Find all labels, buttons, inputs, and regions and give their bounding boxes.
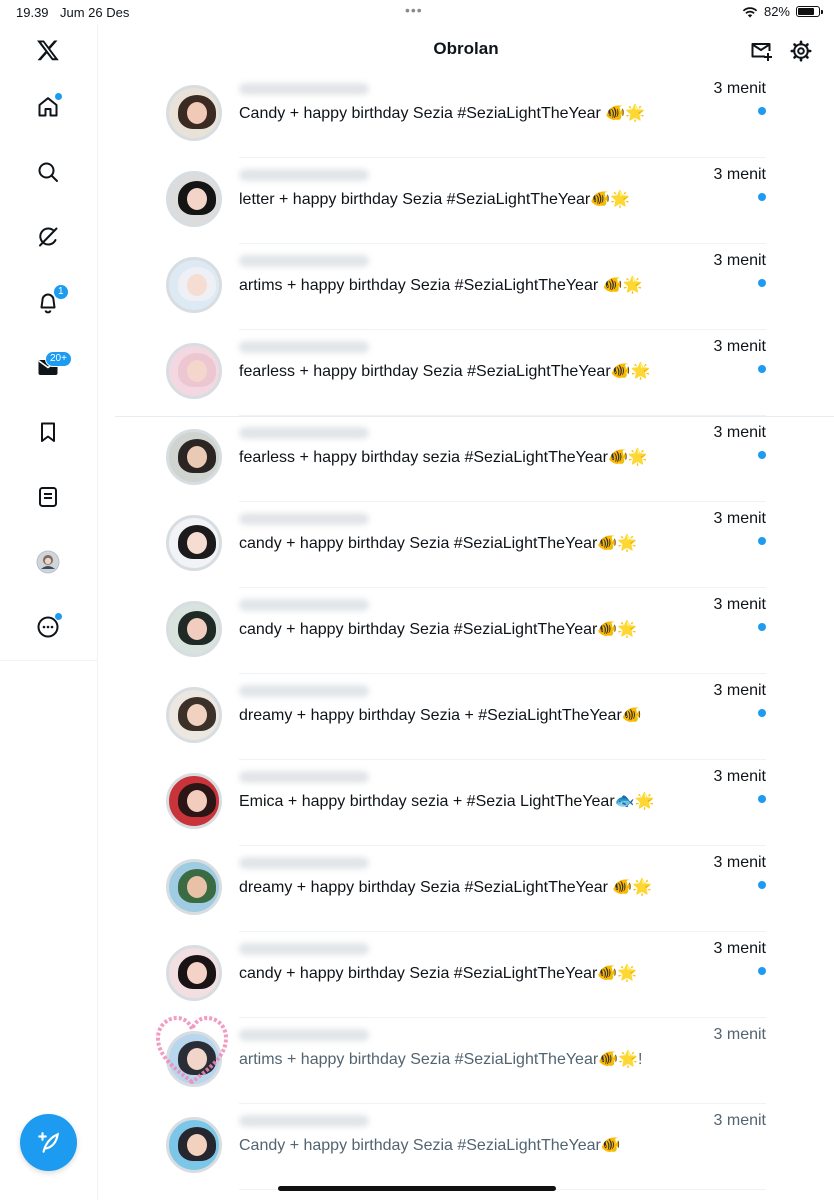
conversation-row[interactable]: 3 menit Candy + happy birthday Sezia #Sez… xyxy=(98,1104,834,1190)
conversation-row[interactable]: 3 menit dreamy + happy birthday Sezia + #… xyxy=(98,674,834,760)
unread-indicator xyxy=(758,795,766,803)
conversation-name-blurred xyxy=(239,599,369,611)
unread-indicator xyxy=(758,709,766,717)
conversation-list: 3 menit Candy + happy birthday Sezia #Sez… xyxy=(0,0,834,1200)
conversation-time: 3 menit xyxy=(713,1112,766,1129)
unread-indicator xyxy=(758,623,766,631)
unread-indicator xyxy=(758,881,766,889)
conversation-name-blurred xyxy=(239,427,369,439)
conversation-row[interactable]: 3 menit fearless + happy birthday Sezia #… xyxy=(98,330,834,416)
conversation-time: 3 menit xyxy=(713,854,766,871)
conversation-time: 3 menit xyxy=(713,510,766,527)
conversation-preview: Candy + happy birthday Sezia #SeziaLight… xyxy=(239,105,646,122)
avatar[interactable] xyxy=(166,85,222,141)
conversation-time: 3 menit xyxy=(713,252,766,269)
conversation-time: 3 menit xyxy=(713,768,766,785)
avatar[interactable] xyxy=(166,945,222,1001)
conversation-time: 3 menit xyxy=(713,682,766,699)
conversation-preview: Emica + happy birthday sezia + #Sezia Li… xyxy=(239,793,655,810)
unread-indicator xyxy=(758,279,766,287)
avatar[interactable] xyxy=(166,859,222,915)
conversation-time: 3 menit xyxy=(713,338,766,355)
conversation-name-blurred xyxy=(239,169,369,181)
unread-indicator xyxy=(758,537,766,545)
unread-indicator xyxy=(758,967,766,975)
avatar[interactable] xyxy=(166,343,222,399)
conversation-preview: dreamy + happy birthday Sezia #SeziaLigh… xyxy=(239,879,653,896)
conversation-time: 3 menit xyxy=(713,1026,766,1043)
conversation-row[interactable]: 3 menit letter + happy birthday Sezia #Se… xyxy=(98,158,834,244)
conversation-time: 3 menit xyxy=(713,80,766,97)
conversation-row[interactable]: 3 menit Emica + happy birthday sezia + #S… xyxy=(98,760,834,846)
avatar[interactable] xyxy=(166,687,222,743)
conversation-preview: artims + happy birthday Sezia #SeziaLigh… xyxy=(239,277,643,294)
unread-indicator xyxy=(758,365,766,373)
conversation-name-blurred xyxy=(239,1029,369,1041)
avatar[interactable] xyxy=(166,1117,222,1173)
unread-indicator xyxy=(758,451,766,459)
unread-indicator xyxy=(758,107,766,115)
conversation-row[interactable]: 3 menit candy + happy birthday Sezia #Sez… xyxy=(98,588,834,674)
conversation-preview: Candy + happy birthday Sezia #SeziaLight… xyxy=(239,1137,621,1154)
avatar[interactable] xyxy=(166,171,222,227)
conversation-time: 3 menit xyxy=(713,424,766,441)
conversation-name-blurred xyxy=(239,83,369,95)
conversation-preview: dreamy + happy birthday Sezia + #SeziaLi… xyxy=(239,707,642,724)
avatar[interactable] xyxy=(166,515,222,571)
conversation-name-blurred xyxy=(239,943,369,955)
conversation-row[interactable]: 3 menit candy + happy birthday Sezia #Sez… xyxy=(98,502,834,588)
unread-indicator xyxy=(758,193,766,201)
conversation-row[interactable]: 3 menit artims + happy birthday Sezia #Se… xyxy=(98,244,834,330)
conversation-preview: candy + happy birthday Sezia #SeziaLight… xyxy=(239,965,638,982)
conversation-time: 3 menit xyxy=(713,596,766,613)
conversation-name-blurred xyxy=(239,255,369,267)
conversation-name-blurred xyxy=(239,1115,369,1127)
conversation-name-blurred xyxy=(239,771,369,783)
avatar[interactable] xyxy=(166,429,222,485)
conversation-preview: fearless + happy birthday sezia #SeziaLi… xyxy=(239,449,648,466)
conversation-time: 3 menit xyxy=(713,166,766,183)
conversation-row[interactable]: 3 menit candy + happy birthday Sezia #Sez… xyxy=(98,932,834,1018)
section-divider xyxy=(115,416,834,417)
avatar[interactable] xyxy=(166,773,222,829)
avatar[interactable] xyxy=(166,601,222,657)
conversation-row[interactable]: 3 menit fearless + happy birthday sezia #… xyxy=(98,416,834,502)
conversation-name-blurred xyxy=(239,341,369,353)
heart-doodle-icon xyxy=(156,1016,228,1084)
conversation-preview: artims + happy birthday Sezia #SeziaLigh… xyxy=(239,1051,643,1068)
conversation-name-blurred xyxy=(239,857,369,869)
home-indicator[interactable] xyxy=(278,1186,556,1191)
conversation-time: 3 menit xyxy=(713,940,766,957)
conversation-name-blurred xyxy=(239,685,369,697)
conversation-preview: letter + happy birthday Sezia #SeziaLigh… xyxy=(239,191,631,208)
conversation-row[interactable]: 3 menit Candy + happy birthday Sezia #Sez… xyxy=(98,72,834,158)
avatar[interactable] xyxy=(166,257,222,313)
conversation-preview: candy + happy birthday Sezia #SeziaLight… xyxy=(239,535,638,552)
conversation-row[interactable]: 3 menit dreamy + happy birthday Sezia #Se… xyxy=(98,846,834,932)
conversation-preview: fearless + happy birthday Sezia #SeziaLi… xyxy=(239,363,651,380)
conversation-preview: candy + happy birthday Sezia #SeziaLight… xyxy=(239,621,638,638)
conversation-name-blurred xyxy=(239,513,369,525)
